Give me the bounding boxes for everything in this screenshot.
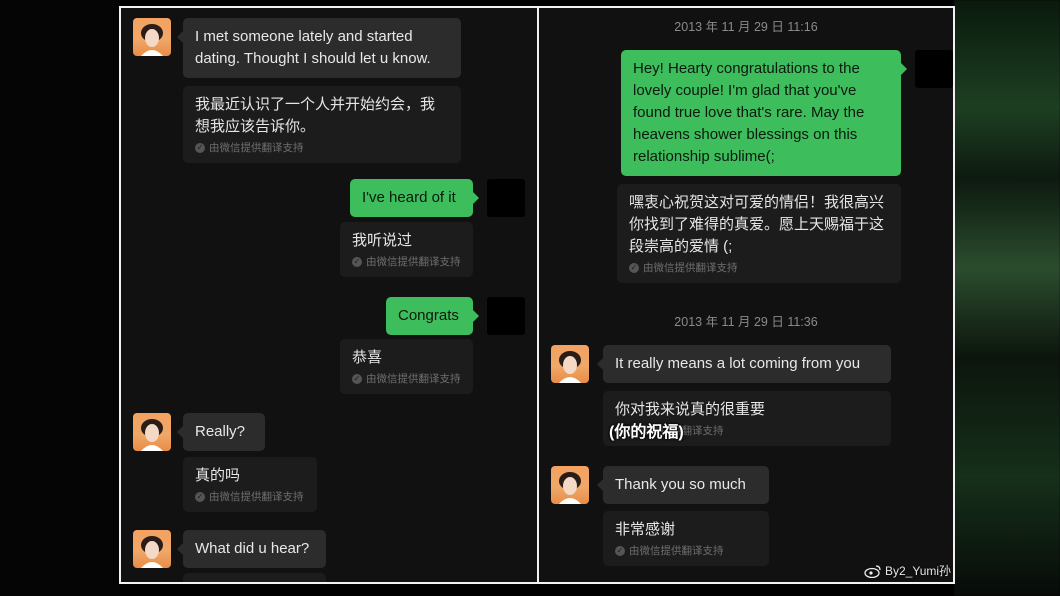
message-bubble[interactable]: I met someone lately and started dating.…: [177, 18, 461, 78]
message-bubble[interactable]: Really?: [177, 413, 265, 451]
self-avatar[interactable]: [915, 50, 953, 88]
self-avatar[interactable]: [487, 179, 525, 217]
chat-panel-right: 2013 年 11 月 29 日 11:16 Hey! Hearty congr…: [539, 8, 953, 582]
translation-card[interactable]: 我最近认识了一个人并开始约会，我想我应该告诉你。 ✓ 由微信提供翻译支持: [183, 86, 461, 163]
check-circle-icon: ✓: [615, 545, 625, 556]
check-circle-icon: ✓: [629, 262, 639, 273]
background-right: [954, 0, 1060, 596]
chat-panel-left: I met someone lately and started dating.…: [121, 8, 537, 582]
self-avatar[interactable]: [487, 297, 525, 335]
timestamp: 2013 年 11 月 29 日 11:36: [674, 315, 818, 329]
translation-note: ✓ 由微信提供翻译支持: [615, 545, 724, 557]
weibo-logo-icon: [864, 564, 881, 578]
translation-note: ✓ 由微信提供翻译支持: [352, 373, 461, 385]
translation-text: 非常感谢: [615, 521, 676, 538]
check-circle-icon: ✓: [352, 256, 362, 267]
overlay-caption: (你的祝福): [609, 424, 684, 441]
background-left: [0, 0, 120, 596]
message-bubble[interactable]: It really means a lot coming from you: [597, 345, 891, 383]
translation-card[interactable]: 嘿衷心祝贺这对可爱的情侣！我很高兴你找到了难得的真爱。愿上天赐福于这段崇高的爱情…: [617, 184, 901, 283]
check-circle-icon: ✓: [352, 373, 362, 384]
check-circle-icon: ✓: [195, 491, 205, 502]
translation-note: ✓ 由微信提供翻译支持: [195, 142, 304, 154]
translation-card[interactable]: 真的吗 ✓ 由微信提供翻译支持: [183, 457, 317, 512]
contact-avatar[interactable]: [551, 466, 589, 504]
translation-text: 我听说过: [352, 232, 413, 249]
contact-avatar[interactable]: [133, 530, 171, 568]
translation-text: 嘿衷心祝贺这对可爱的情侣！我很高兴你找到了难得的真爱。愿上天赐福于这段崇高的爱情…: [629, 194, 885, 255]
translation-text: 真的吗: [195, 467, 241, 484]
translation-card[interactable]: 恭喜 ✓ 由微信提供翻译支持: [340, 339, 473, 394]
translation-text: 恭喜: [352, 349, 383, 366]
contact-avatar[interactable]: [551, 345, 589, 383]
message-bubble-self[interactable]: Congrats: [386, 297, 479, 335]
translation-note: ✓ 由微信提供翻译支持: [629, 262, 738, 274]
translation-card[interactable]: 非常感谢 ✓ 由微信提供翻译支持: [603, 511, 769, 566]
contact-avatar[interactable]: [133, 18, 171, 56]
screenshot-collage: I met someone lately and started dating.…: [119, 6, 955, 584]
check-circle-icon: ✓: [195, 142, 205, 153]
translation-card[interactable]: 我听说过 ✓ 由微信提供翻译支持: [340, 222, 473, 277]
message-bubble-self[interactable]: I've heard of it: [350, 179, 479, 217]
contact-avatar[interactable]: [133, 413, 171, 451]
translation-note: ✓ 由微信提供翻译支持: [352, 256, 461, 268]
message-bubble-self[interactable]: Hey! Hearty congratulations to the lovel…: [621, 50, 907, 176]
message-bubble[interactable]: What did u hear?: [177, 530, 326, 568]
translation-card: [183, 573, 326, 582]
translation-note: ✓ 由微信提供翻译支持: [195, 491, 304, 503]
watermark: By2_Yumi孙: [864, 562, 951, 579]
message-bubble[interactable]: Thank you so much: [597, 466, 769, 504]
translation-text: 我最近认识了一个人并开始约会，我想我应该告诉你。: [195, 96, 436, 135]
timestamp: 2013 年 11 月 29 日 11:16: [674, 20, 818, 34]
